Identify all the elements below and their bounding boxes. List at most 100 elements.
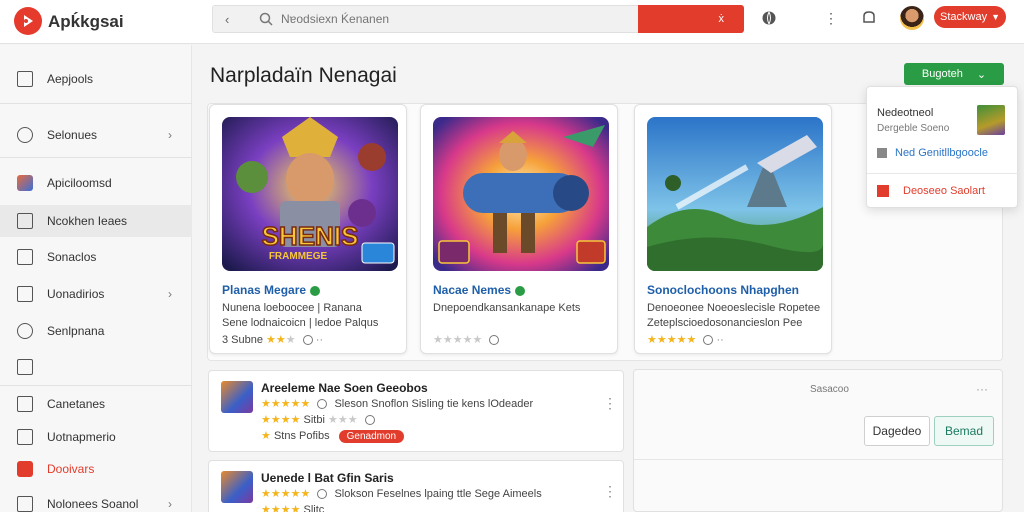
folder-icon xyxy=(17,286,33,302)
star-rating: ★★★★★ xyxy=(433,334,483,346)
game-description: Dnepoendkansankanape Kets xyxy=(433,301,613,316)
square-outline-icon xyxy=(17,71,33,87)
list-meta: Sitbi xyxy=(303,414,325,426)
more-horizontal-icon[interactable]: ·· xyxy=(316,334,323,346)
list-title: Areeleme Nae Soen Geeobos xyxy=(261,381,428,395)
list-line: ★ Stns Pofibs Genadmon xyxy=(261,429,405,443)
list-icon xyxy=(17,249,33,265)
dropdown-link-item[interactable]: Ned Genitllbgoocle xyxy=(877,147,988,159)
header-action-button[interactable]: Stackway ▼ xyxy=(934,6,1006,28)
list-thumbnail xyxy=(221,471,253,503)
sidebar-item-label: Aepjools xyxy=(47,72,94,86)
primary-button-label: Bugoteh xyxy=(921,68,963,80)
info-icon xyxy=(317,399,328,410)
more-vertical-icon[interactable]: ⋮ xyxy=(603,395,617,412)
game-card[interactable]: Sonoclochoons Nhapghen Denoeonee Noeoesl… xyxy=(634,104,832,354)
user-avatar[interactable] xyxy=(900,6,924,30)
sidebar-item-1[interactable]: Aepjools xyxy=(0,63,192,95)
game-title[interactable]: Sonoclochoons Nhapghen xyxy=(647,283,799,297)
game-description: Nunena loeboocee | Ranana Sene lodnaicoi… xyxy=(222,301,402,331)
library-icon xyxy=(17,213,33,229)
list-item[interactable]: Areeleme Nae Soen Geeobos ★★★★★ Sleson S… xyxy=(208,370,624,452)
sidebar-item-12[interactable]: Nolonees Soanol › xyxy=(0,488,192,512)
sidebar-item-7[interactable]: Senlpnana xyxy=(0,315,192,347)
divider xyxy=(0,103,192,104)
more-vertical-icon[interactable]: ⋮ xyxy=(822,9,840,27)
game-title-text: Planas Megare xyxy=(222,283,307,297)
info-icon xyxy=(317,489,328,500)
sidebar-item-label: Nolonees Soanol xyxy=(47,497,139,511)
more-vertical-icon[interactable]: ⋮ xyxy=(603,483,617,500)
star-rating: ★★★★ xyxy=(261,504,301,512)
info-icon xyxy=(703,335,714,346)
notification-icon[interactable] xyxy=(860,9,878,27)
back-arrow-icon[interactable]: ‹ xyxy=(225,12,229,27)
sidebar-item-9[interactable]: Canetanes xyxy=(0,388,192,420)
list-meta: Slitc xyxy=(303,504,325,512)
list-description: Sleson Snoflon Sisling tie kens lOdeader xyxy=(334,398,534,410)
sidebar-item-label: Uotnapmerio xyxy=(47,430,116,444)
calendar-icon xyxy=(17,429,33,445)
game-card[interactable]: SHENIS FRAMMEGE Planas Megare Nunena loe… xyxy=(209,104,407,354)
sidebar-item-4[interactable]: Ncokhen Ieaes xyxy=(0,205,192,237)
search-button[interactable]: ẋ xyxy=(638,5,744,33)
secondary-button[interactable]: Dagedeo xyxy=(864,416,930,446)
app-logo-icon[interactable] xyxy=(14,7,42,35)
game-title[interactable]: Planas Megare xyxy=(222,283,321,297)
sidebar-item-label: Apiciloomsd xyxy=(47,176,112,190)
sidebar-item-8[interactable] xyxy=(0,351,192,383)
divider xyxy=(0,157,192,158)
sidebar-item-11[interactable]: Dooivars xyxy=(0,453,192,485)
game-desc-line: Zeteplscioedosonancieslon Pee xyxy=(647,317,803,329)
chevron-down-icon: ⌄ xyxy=(976,68,987,81)
panel-label: Sasacoo xyxy=(810,384,849,395)
star-rating: ★★★★★ xyxy=(261,398,311,410)
monitor-icon xyxy=(17,396,33,412)
dropdown-danger-label: Deoseeo Saolart xyxy=(903,185,985,197)
status-badge[interactable]: Genadmon xyxy=(338,429,405,443)
sidebar-item-5[interactable]: Sonaclos xyxy=(0,241,192,273)
sidebar-item-3[interactable]: Apiciloomsd xyxy=(0,167,192,199)
star-rating: ★★★★ xyxy=(261,414,301,426)
verified-icon xyxy=(310,285,321,296)
rating-row: ★★★★★ ·· xyxy=(647,333,724,346)
chevron-right-icon: › xyxy=(168,287,172,301)
game-desc-line: Denoeonee Noeoeslecisle Ropetee xyxy=(647,302,821,314)
search-bar[interactable]: ‹ ẋ xyxy=(212,5,744,33)
sidebar-item-label: Dooivars xyxy=(47,462,95,476)
sidebar-item-6[interactable]: Uonadirios › xyxy=(0,278,192,310)
sidebar-item-10[interactable]: Uotnapmerio xyxy=(0,421,192,453)
art-caption: SHENIS xyxy=(262,221,359,251)
dropdown-danger-item[interactable]: Deoseeo Saolart xyxy=(877,185,985,198)
rating-row: 3 Subne ★★★ ·· xyxy=(222,333,323,346)
sidebar-item-label: Selonues xyxy=(47,128,98,142)
verified-icon xyxy=(515,285,526,296)
sidebar-item-label: Senlpnana xyxy=(47,324,105,338)
game-title[interactable]: Nacae Nemes xyxy=(433,283,526,297)
list-line: ★★★★ Sitbi ★★★ xyxy=(261,413,375,426)
gear-icon xyxy=(17,323,33,339)
search-button-label: ẋ xyxy=(718,13,725,25)
more-horizontal-icon[interactable]: ··· xyxy=(976,382,988,396)
page-title: Narpladaïn Nenagai xyxy=(210,64,397,87)
dropdown-menu: Nedeotneol Dergeble Soeno Ned Genitllbgo… xyxy=(866,86,1019,208)
primary-dropdown-button[interactable]: Bugoteh ⌄ xyxy=(904,63,1004,85)
game-description: Denoeonee Noeoeslecisle Ropetee Zeteplsc… xyxy=(647,301,827,331)
game-cover-image xyxy=(647,117,823,271)
flag-icon xyxy=(877,185,889,198)
primary-button[interactable]: Bemad xyxy=(934,416,994,446)
header-action-label: Stackway xyxy=(940,11,988,23)
list-item[interactable]: Uenede l Bat Gfin Saris ★★★★★ Slokson Fe… xyxy=(208,460,624,512)
top-header: Apḱkgsai ‹ ẋ ⋮ Stackway ▼ xyxy=(0,0,1024,44)
sidebar-item-2[interactable]: Selonues › xyxy=(0,119,192,151)
game-card[interactable]: Nacae Nemes Dnepoendkansankanape Kets ★★… xyxy=(420,104,618,354)
divider xyxy=(867,173,1019,174)
info-icon xyxy=(489,335,500,346)
more-horizontal-icon[interactable]: ·· xyxy=(716,334,723,346)
globe-icon[interactable] xyxy=(760,9,778,27)
search-input[interactable] xyxy=(281,10,641,28)
star-rating: ★★★ xyxy=(266,334,296,346)
star-rating: ★★★★★ xyxy=(647,334,697,346)
list-description: Slokson Feselnes lpaing ttle Sege Aimeel… xyxy=(334,488,542,500)
rating-text: 3 Subne xyxy=(222,334,263,346)
